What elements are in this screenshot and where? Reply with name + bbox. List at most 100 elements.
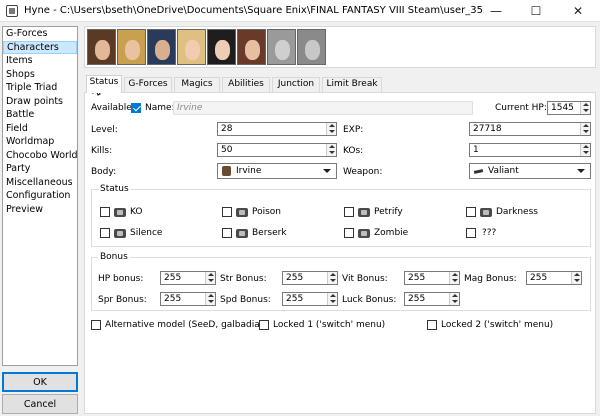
spr-bonus-stepper[interactable]: 255 [160, 292, 216, 306]
portrait-character-4[interactable] [177, 29, 206, 65]
nav-item-chocobo-world[interactable]: Chocobo World [3, 149, 77, 163]
mag-bonus-stepper[interactable]: 255 [526, 271, 582, 285]
bonus-group: Bonus HP bonus: 255 Str Bonus: 255 Vit B… [91, 251, 591, 311]
nav-item-draw-points[interactable]: Draw points [3, 95, 77, 109]
str-bonus-label: Str Bonus: [220, 274, 267, 284]
chevron-down-icon [323, 169, 331, 173]
tab-junction[interactable]: Junction [272, 77, 320, 92]
ko-label: KO [130, 207, 143, 217]
nav-item-characters[interactable]: Characters [3, 40, 77, 54]
tab-abilities[interactable]: Abilities [222, 77, 270, 92]
chevron-down-icon [577, 169, 585, 173]
kos-label: KOs: [343, 146, 364, 156]
level-value: 28 [221, 124, 233, 134]
ko-checkbox[interactable] [100, 207, 110, 217]
portrait-character-3[interactable] [147, 29, 176, 65]
portrait-character-5[interactable] [207, 29, 236, 65]
nav-item-items[interactable]: Items [3, 54, 77, 68]
hp-bonus-value: 255 [164, 273, 182, 283]
alternative-model-label: Alternative model (SeeD, galbadian) [105, 320, 269, 330]
level-label: Level: [91, 125, 118, 135]
locked-1-label: Locked 1 ('switch' menu) [273, 320, 386, 330]
hp-bonus-label: HP bonus: [98, 274, 144, 284]
spr-bonus-value: 255 [164, 294, 182, 304]
vit-bonus-label: Vit Bonus: [342, 274, 388, 284]
status-tab-panel: Available Name: Irvine Current HP: 1545 … [84, 92, 596, 414]
nav-item-party[interactable]: Party [3, 162, 77, 176]
nav-item-shops[interactable]: Shops [3, 68, 77, 82]
str-bonus-stepper[interactable]: 255 [282, 271, 338, 285]
mag-bonus-label: Mag Bonus: [464, 274, 517, 284]
unknown-status-checkbox[interactable] [466, 228, 476, 238]
locked-2-label: Locked 2 ('switch' menu) [441, 320, 554, 330]
portrait-character-8[interactable] [297, 29, 326, 65]
poison-checkbox[interactable] [222, 207, 232, 217]
nav-item-field[interactable]: Field [3, 122, 77, 136]
nav-item-g-forces[interactable]: G-Forces [3, 27, 77, 41]
petrify-checkbox[interactable] [344, 207, 354, 217]
locked-1-checkbox[interactable] [259, 320, 269, 330]
alternative-model-checkbox[interactable] [91, 320, 101, 330]
nav-item-battle[interactable]: Battle [3, 108, 77, 122]
berserk-label: Berserk [252, 228, 287, 238]
current-hp-stepper[interactable]: 1545 [547, 101, 591, 115]
kills-stepper[interactable]: 50 [217, 143, 337, 157]
maximize-button[interactable]: ☐ [516, 0, 556, 22]
tab-magics[interactable]: Magics [174, 77, 220, 92]
name-field[interactable]: Irvine [173, 101, 473, 115]
cancel-button[interactable]: Cancel [2, 394, 78, 414]
nav-item-worldmap[interactable]: Worldmap [3, 135, 77, 149]
status-effects-group: Status KO Poison Petrify Darkness Silenc… [91, 183, 591, 247]
body-label: Body: [91, 167, 117, 177]
locked-2-checkbox[interactable] [427, 320, 437, 330]
nav-item-preview[interactable]: Preview [3, 203, 77, 217]
tab-limit-break[interactable]: Limit Break [322, 77, 382, 92]
nav-item-miscellaneous[interactable]: Miscellaneous [3, 176, 77, 190]
spd-bonus-label: Spd Bonus: [220, 295, 271, 305]
zombie-checkbox[interactable] [344, 228, 354, 238]
kos-value: 1 [473, 145, 479, 155]
body-dropdown[interactable]: Irvine [217, 163, 337, 179]
petrify-label: Petrify [374, 207, 403, 217]
weapon-dropdown[interactable]: Valiant [469, 163, 591, 179]
luck-bonus-value: 255 [408, 294, 426, 304]
mag-bonus-value: 255 [530, 273, 548, 283]
exp-stepper[interactable]: 27718 [469, 122, 591, 136]
portrait-character-6[interactable] [237, 29, 266, 65]
kills-value: 50 [221, 145, 233, 155]
berserk-checkbox[interactable] [222, 228, 232, 238]
body-value: Irvine [236, 166, 262, 176]
luck-bonus-stepper[interactable]: 255 [404, 292, 460, 306]
darkness-label: Darkness [496, 207, 538, 217]
level-stepper[interactable]: 28 [217, 122, 337, 136]
zombie-label: Zombie [374, 228, 409, 238]
spr-bonus-label: Spr Bonus: [98, 295, 147, 305]
nav-item-triple-triad[interactable]: Triple Triad [3, 81, 77, 95]
available-checkbox[interactable] [131, 103, 141, 113]
unknown-status-label: ??? [482, 228, 497, 238]
portrait-character-7[interactable] [267, 29, 296, 65]
portrait-character-2[interactable] [117, 29, 146, 65]
spd-bonus-stepper[interactable]: 255 [282, 292, 338, 306]
kos-stepper[interactable]: 1 [469, 143, 591, 157]
nav-item-configuration[interactable]: Configuration [3, 189, 77, 203]
tab-g-forces[interactable]: G-Forces [124, 77, 172, 92]
tab-status[interactable]: Status [86, 75, 122, 93]
minimize-button[interactable]: — [476, 0, 516, 22]
exp-value: 27718 [473, 124, 502, 134]
weapon-value: Valiant [488, 166, 519, 176]
vit-bonus-stepper[interactable]: 255 [404, 271, 460, 285]
title-bar: Hyne - C:\Users\bseth\OneDrive\Documents… [0, 0, 600, 22]
close-button[interactable]: ✕ [558, 0, 598, 22]
darkness-checkbox[interactable] [466, 207, 476, 217]
ok-button[interactable]: OK [2, 372, 78, 392]
silence-checkbox[interactable] [100, 228, 110, 238]
current-hp-value: 1545 [551, 103, 574, 113]
darkness-status-icon [480, 208, 492, 217]
str-bonus-value: 255 [286, 273, 304, 283]
portrait-character-1[interactable] [87, 29, 116, 65]
hp-bonus-stepper[interactable]: 255 [160, 271, 216, 285]
section-list: G-Forces Characters Items Shops Triple T… [2, 26, 78, 366]
status-group-title: Status [98, 183, 131, 195]
app-icon [6, 5, 18, 17]
